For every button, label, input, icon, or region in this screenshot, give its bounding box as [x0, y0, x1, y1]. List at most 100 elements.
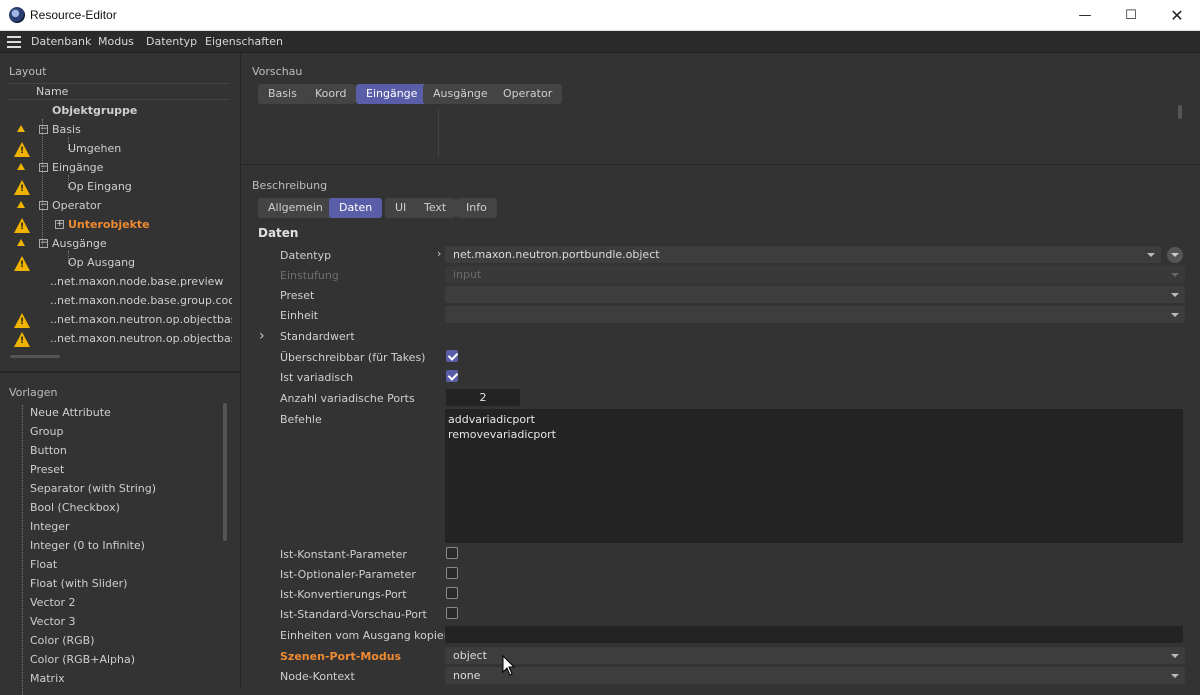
close-icon[interactable]: ✕	[1154, 0, 1200, 31]
minimize-icon[interactable]: —	[1062, 0, 1108, 31]
tree-row-op-ausgang[interactable]: Op Ausgang	[0, 254, 232, 273]
layout-label: Layout	[9, 65, 47, 78]
template-item[interactable]: Button	[30, 444, 67, 457]
warning-icon	[14, 142, 30, 157]
tree-row-basis[interactable]: − Basis	[0, 121, 232, 140]
node-kontext-dropdown[interactable]: none	[445, 667, 1185, 684]
tree-label: ..net.maxon.neutron.op.objectbase.ch	[50, 332, 232, 345]
menu-datentyp[interactable]: Datentyp	[146, 35, 197, 48]
konvertierung-checkbox[interactable]	[446, 587, 458, 599]
menu-datenbank[interactable]: Datenbank	[31, 35, 91, 48]
templates-vertical-scrollbar[interactable]	[223, 403, 227, 541]
collapse-toggle-icon[interactable]: −	[39, 201, 48, 210]
tree-row-unterobjekte[interactable]: + Unterobjekte	[0, 216, 232, 235]
template-item[interactable]: Vector 3	[30, 615, 76, 628]
tab-allgemein[interactable]: Allgemein	[258, 198, 333, 218]
menu-eigenschaften[interactable]: Eigenschaften	[205, 35, 283, 48]
name-column-header[interactable]: Name	[36, 85, 68, 98]
preview-area	[242, 103, 1200, 163]
tree-row-objectbase-2[interactable]: ..net.maxon.neutron.op.objectbase.ch	[0, 330, 232, 349]
tree-row-objectbase-1[interactable]: ..net.maxon.neutron.op.objectbase.ch	[0, 311, 232, 330]
anzahl-input[interactable]: 2	[446, 389, 520, 406]
warning-icon	[17, 239, 25, 246]
template-item[interactable]: Neue Attribute	[30, 406, 111, 419]
tab-operator[interactable]: Operator	[493, 84, 563, 104]
template-item[interactable]: Float	[30, 558, 57, 571]
collapse-toggle-icon[interactable]: −	[39, 163, 48, 172]
tree-label: Op Ausgang	[68, 256, 136, 269]
tree-row-ausgaenge[interactable]: − Ausgänge	[0, 235, 232, 254]
tab-daten[interactable]: Daten	[329, 198, 383, 218]
datentyp-options-button[interactable]	[1167, 247, 1183, 263]
dropdown-arrow-icon	[1171, 293, 1179, 297]
tab-koord[interactable]: Koord	[305, 84, 357, 104]
szenen-port-dropdown[interactable]: object	[445, 647, 1185, 664]
window-title: Resource-Editor	[30, 8, 117, 22]
panel-divider[interactable]	[0, 371, 241, 373]
tab-info[interactable]: Info	[456, 198, 497, 218]
optional-checkbox[interactable]	[446, 567, 458, 579]
preview-divider	[438, 109, 439, 157]
einheiten-kopieren-label: Einheiten vom Ausgang kopieren	[280, 629, 462, 642]
collapse-toggle-icon[interactable]: −	[39, 125, 48, 134]
dropdown-arrow-icon	[1171, 313, 1179, 317]
template-item[interactable]: Group	[30, 425, 64, 438]
datentyp-label: Datentyp	[280, 249, 332, 262]
tree-row-objektgruppe[interactable]: Objektgruppe	[0, 102, 232, 121]
chevron-right-icon[interactable]: ›	[437, 247, 441, 260]
szenen-port-value: object	[453, 649, 487, 662]
tree-row-eingaenge[interactable]: − Eingänge	[0, 159, 232, 178]
variadisch-checkbox[interactable]	[446, 370, 458, 382]
vorschau-checkbox[interactable]	[446, 607, 458, 619]
einstufung-dropdown: input	[445, 266, 1185, 283]
template-item[interactable]: Integer (0 to Infinite)	[30, 539, 145, 552]
warning-icon	[17, 125, 25, 132]
warning-icon	[14, 313, 30, 328]
preset-dropdown[interactable]	[445, 286, 1185, 303]
collapse-toggle-icon[interactable]: −	[39, 239, 48, 248]
preview-scrollbar[interactable]	[1178, 105, 1182, 119]
befehle-textarea[interactable]: addvariadicport removevariadicport	[445, 409, 1183, 543]
warning-icon	[17, 163, 25, 170]
template-item[interactable]: Preset	[30, 463, 64, 476]
template-item[interactable]: Integer	[30, 520, 70, 533]
standardwert-label[interactable]: Standardwert	[280, 330, 355, 343]
template-item[interactable]: Color (RGB+Alpha)	[30, 653, 135, 666]
tree-row-op-eingang[interactable]: Op Eingang	[0, 178, 232, 197]
expand-toggle-icon[interactable]: +	[55, 220, 64, 229]
node-kontext-label: Node-Kontext	[280, 670, 355, 683]
konstant-checkbox[interactable]	[446, 547, 458, 559]
template-item[interactable]: Bool (Checkbox)	[30, 501, 120, 514]
preset-label: Preset	[280, 289, 315, 302]
tree-row-umgehen[interactable]: Umgehen	[0, 140, 232, 159]
chevron-right-icon[interactable]: ›	[259, 328, 265, 344]
tree-label: ..net.maxon.node.base.preview	[50, 275, 224, 288]
tree-row-operator[interactable]: − Operator	[0, 197, 232, 216]
template-item[interactable]: Color (RGB)	[30, 634, 95, 647]
datentyp-dropdown[interactable]: net.maxon.neutron.portbundle.object	[445, 246, 1161, 263]
template-item[interactable]: Matrix	[30, 672, 65, 685]
tree-row-preview[interactable]: ..net.maxon.node.base.preview	[0, 273, 232, 292]
tab-basis[interactable]: Basis	[258, 84, 307, 104]
menu-modus[interactable]: Modus	[98, 35, 134, 48]
einheiten-kopieren-field[interactable]	[445, 626, 1183, 643]
warning-icon	[14, 332, 30, 347]
tree-row-group-coord[interactable]: ..net.maxon.node.base.group.coord	[0, 292, 232, 311]
tab-eingaenge[interactable]: Eingänge	[356, 84, 428, 104]
template-item[interactable]: Vector 2	[30, 596, 76, 609]
warning-icon	[14, 218, 30, 233]
template-item[interactable]: Separator (with String)	[30, 482, 156, 495]
einheit-dropdown[interactable]	[445, 306, 1185, 323]
template-item[interactable]: Float (with Slider)	[30, 577, 127, 590]
tab-text[interactable]: Text	[414, 198, 457, 218]
maximize-icon[interactable]: ☐	[1108, 0, 1154, 31]
warning-icon	[14, 256, 30, 271]
ueberschreibbar-checkbox[interactable]	[446, 350, 458, 362]
layout-column-header: Name	[9, 83, 229, 100]
hamburger-menu-icon[interactable]	[7, 36, 21, 48]
layout-horizontal-scrollbar[interactable]	[10, 355, 60, 358]
tab-ui[interactable]: UI	[385, 198, 417, 218]
dropdown-arrow-icon	[1171, 654, 1179, 658]
tab-ausgaenge[interactable]: Ausgänge	[423, 84, 498, 104]
einstufung-value: input	[453, 268, 482, 281]
